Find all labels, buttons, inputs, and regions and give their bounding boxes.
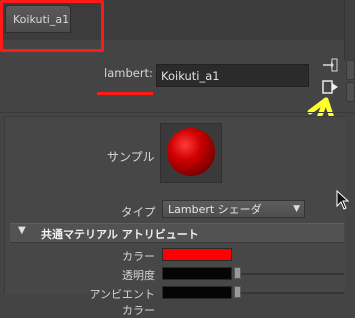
red-highlight-box [0, 0, 104, 52]
red-underline [97, 92, 153, 95]
dropdown-arrow-icon: ▼ [293, 204, 300, 214]
side-button-lower[interactable] [346, 82, 355, 102]
ambient-slider-track[interactable] [240, 292, 344, 294]
right-panel-edge [344, 0, 355, 60]
color-label: カラー [122, 250, 155, 263]
material-preview-sphere [167, 128, 215, 176]
side-button-upper[interactable] [346, 60, 355, 80]
transparency-slider-track[interactable] [240, 273, 344, 275]
section-collapse-icon[interactable]: ▼ [18, 225, 26, 236]
section-title: 共通マテリアル アトリビュート [41, 228, 199, 241]
material-name-field[interactable] [156, 64, 309, 87]
divider [0, 112, 355, 113]
material-type-label: lambert: [104, 66, 153, 80]
color-swatch[interactable] [162, 248, 232, 261]
type-dropdown[interactable]: Lambert シェーダ ▼ [162, 200, 305, 218]
input-connection-icon[interactable] [322, 58, 338, 72]
type-label: タイプ [121, 205, 156, 219]
mouse-cursor-icon [336, 189, 350, 210]
transparency-swatch[interactable] [162, 267, 232, 280]
ambient-color-label: アンビエントカラー [89, 288, 155, 317]
ambient-slider-handle[interactable] [234, 286, 241, 298]
swatch-label: サンプル [107, 150, 155, 164]
transparency-slider-handle[interactable] [234, 267, 241, 279]
type-value: Lambert シェーダ [168, 203, 262, 216]
transparency-label: 透明度 [122, 269, 155, 282]
